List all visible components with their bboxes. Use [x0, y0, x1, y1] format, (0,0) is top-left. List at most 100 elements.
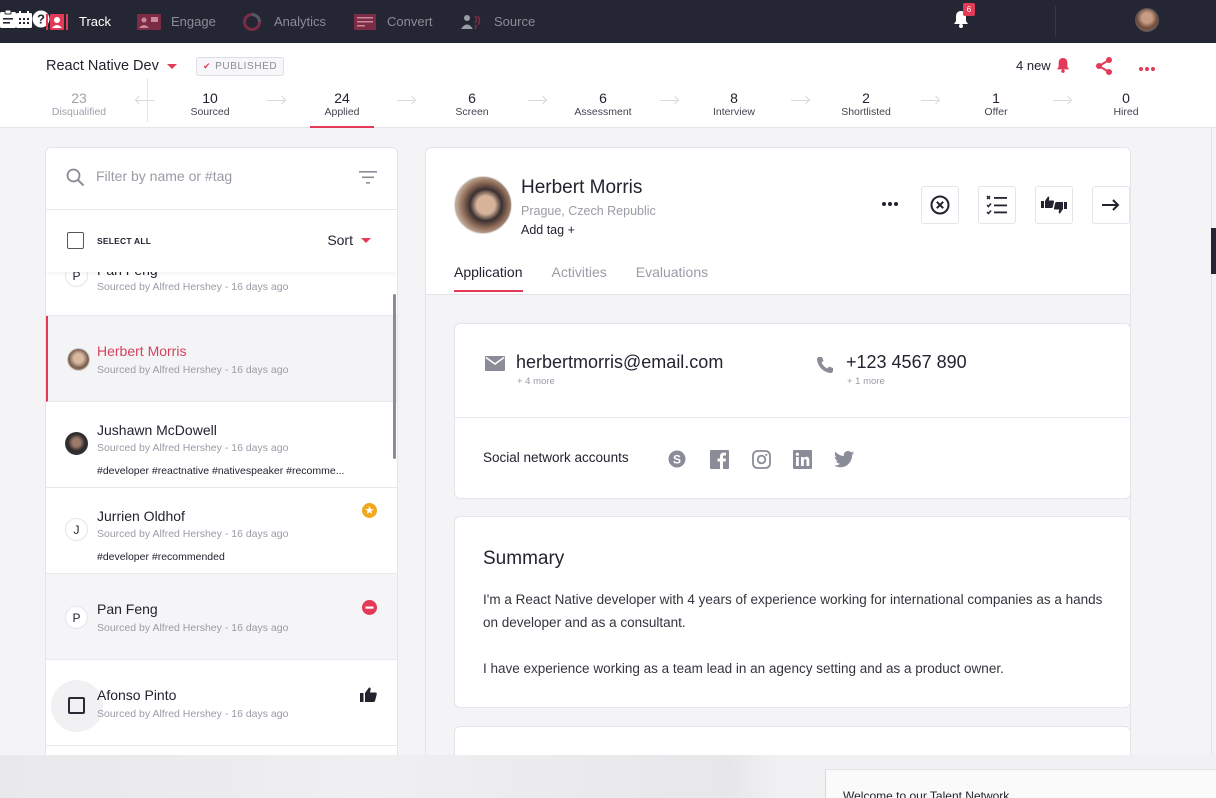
- stage-disqualified[interactable]: 23 Disqualified: [24, 90, 134, 128]
- source-icon: [460, 13, 484, 31]
- avatar: [65, 432, 88, 455]
- instagram-icon[interactable]: [751, 449, 771, 469]
- nav-label: Convert: [387, 14, 433, 29]
- candidate-meta: Sourced by Alfred Hershey - 16 days ago: [97, 442, 289, 454]
- phone-more-link[interactable]: + 1 more: [847, 376, 885, 387]
- candidate-item-selected[interactable]: Herbert Morris Sourced by Alfred Hershey…: [46, 316, 397, 402]
- select-all-row: SELECT ALL Sort: [46, 210, 397, 272]
- move-next-stage-button[interactable]: [1092, 186, 1130, 224]
- tab-activities[interactable]: Activities: [552, 264, 607, 292]
- stage-screen[interactable]: 6 Screen: [417, 90, 527, 128]
- candidate-item[interactable]: P Pan Feng Sourced by Alfred Hershey - 1…: [46, 574, 397, 660]
- candidate-location: Prague, Czech Republic: [521, 204, 656, 218]
- stage-offer[interactable]: 1 Offer: [941, 90, 1051, 128]
- candidate-tags: #developer #recommended: [97, 551, 225, 563]
- stage-hired[interactable]: 0 Hired: [1071, 90, 1181, 128]
- candidate-item[interactable]: P Pan Feng Sourced by Alfred Hershey - 1…: [46, 262, 397, 316]
- stage-count: 6: [468, 90, 476, 106]
- facebook-icon[interactable]: [709, 449, 729, 469]
- nav-item-analytics[interactable]: Analytics: [240, 0, 326, 43]
- disqualified-icon: [362, 600, 377, 620]
- profile-tabs: Application Activities Evaluations: [454, 264, 737, 292]
- tab-application[interactable]: Application: [454, 264, 523, 292]
- filter-input[interactable]: [96, 168, 346, 184]
- stage-label: Applied: [324, 106, 360, 118]
- tab-evaluations[interactable]: Evaluations: [636, 264, 708, 292]
- phone-value[interactable]: +123 4567 890: [846, 352, 967, 373]
- candidate-name: Herbert Morris: [521, 177, 643, 198]
- candidate-profile-panel: Herbert Morris Prague, Czech Republic Ad…: [425, 147, 1131, 767]
- stage-interview[interactable]: 8 Interview: [679, 90, 789, 128]
- profile-header: Herbert Morris Prague, Czech Republic Ad…: [426, 148, 1130, 295]
- linkedin-icon[interactable]: [792, 449, 812, 469]
- more-options-icon[interactable]: [881, 194, 899, 212]
- sort-dropdown[interactable]: Sort: [327, 232, 371, 248]
- skype-icon[interactable]: S: [667, 449, 687, 469]
- filter-icon[interactable]: [359, 171, 377, 189]
- candidate-item[interactable]: Jushawn McDowell Sourced by Alfred Hersh…: [46, 402, 397, 488]
- twitter-icon[interactable]: [834, 449, 854, 469]
- stage-count: 23: [71, 90, 87, 106]
- arrow-right-icon: [660, 100, 678, 102]
- clipboard-icon[interactable]: [0, 9, 16, 33]
- stage-count: 10: [202, 90, 218, 106]
- stage-shortlisted[interactable]: 2 Shortlisted: [811, 90, 921, 128]
- nav-item-track[interactable]: Track: [45, 0, 111, 43]
- stage-count: 24: [334, 90, 350, 106]
- candidate-name: Pan Feng: [97, 601, 158, 617]
- nav-item-convert[interactable]: Convert: [353, 0, 433, 43]
- arrow-right-icon: [267, 100, 285, 102]
- avatar: [67, 348, 90, 371]
- thumbs-up-down-icon: [1041, 196, 1067, 214]
- bell-icon[interactable]: 6: [953, 3, 975, 33]
- disqualify-button[interactable]: [921, 186, 959, 224]
- new-notifications[interactable]: 4 new: [1016, 57, 1070, 73]
- more-options-icon[interactable]: [1138, 59, 1156, 77]
- nav-label: Source: [494, 14, 536, 29]
- scrollbar[interactable]: [393, 294, 396, 459]
- talent-network-heading: Welcome to our Talent Network: [843, 789, 1010, 798]
- background-edge-dark: [1211, 228, 1216, 274]
- select-all-checkbox[interactable]: [67, 232, 84, 249]
- candidate-checkbox[interactable]: [68, 697, 85, 714]
- stage-sourced[interactable]: 10 Sourced: [155, 90, 265, 128]
- evaluation-checklist-button[interactable]: [978, 186, 1016, 224]
- divider: [1055, 6, 1056, 37]
- arrow-left-icon: [136, 100, 154, 102]
- candidate-meta: Sourced by Alfred Hershey - 16 days ago: [97, 622, 289, 634]
- job-selector[interactable]: React Native Dev: [46, 58, 177, 74]
- stage-label: Interview: [712, 106, 755, 118]
- nav-label: Analytics: [274, 14, 327, 29]
- email-more-link[interactable]: + 4 more: [517, 376, 555, 387]
- phone-icon: [816, 356, 834, 379]
- select-all-label: SELECT ALL: [97, 236, 152, 246]
- thumbs-up-icon: [360, 687, 377, 707]
- nav-label: Engage: [171, 14, 216, 29]
- arrow-right-icon: [397, 100, 415, 102]
- candidate-item[interactable]: J Jurrien Oldhof Sourced by Alfred Hersh…: [46, 488, 397, 574]
- calendar-icon[interactable]: [16, 10, 32, 33]
- nav-item-source[interactable]: Source: [460, 0, 535, 43]
- svg-text:?: ?: [37, 12, 45, 27]
- filter-bar: [46, 148, 397, 210]
- email-value[interactable]: herbertmorris@email.com: [516, 352, 723, 373]
- nav-item-engage[interactable]: Engage: [137, 0, 216, 43]
- add-tag-button[interactable]: Add tag +: [521, 223, 575, 237]
- stage-applied[interactable]: 24 Applied: [287, 90, 397, 128]
- pipeline-stages: 23 Disqualified 10 Sourced 24 Applied 6 …: [0, 78, 1216, 128]
- stage-count: 8: [730, 90, 738, 106]
- summary-paragraph: I'm a React Native developer with 4 year…: [483, 592, 1103, 630]
- user-avatar[interactable]: [1135, 8, 1159, 32]
- rate-button[interactable]: [1035, 186, 1073, 224]
- nav-label: Track: [79, 14, 112, 29]
- avatar: P: [65, 606, 88, 629]
- check-icon: ✔: [203, 61, 212, 71]
- stage-label: Shortlisted: [841, 106, 891, 118]
- status-badge: ✔ PUBLISHED: [196, 57, 285, 76]
- stage-assessment[interactable]: 6 Assessment: [548, 90, 658, 128]
- share-icon[interactable]: [1095, 57, 1113, 80]
- candidate-avatar: [454, 176, 512, 234]
- candidate-name: Afonso Pinto: [97, 687, 177, 703]
- candidate-item[interactable]: Afonso Pinto Sourced by Alfred Hershey -…: [46, 660, 397, 746]
- job-title: React Native Dev: [46, 58, 159, 74]
